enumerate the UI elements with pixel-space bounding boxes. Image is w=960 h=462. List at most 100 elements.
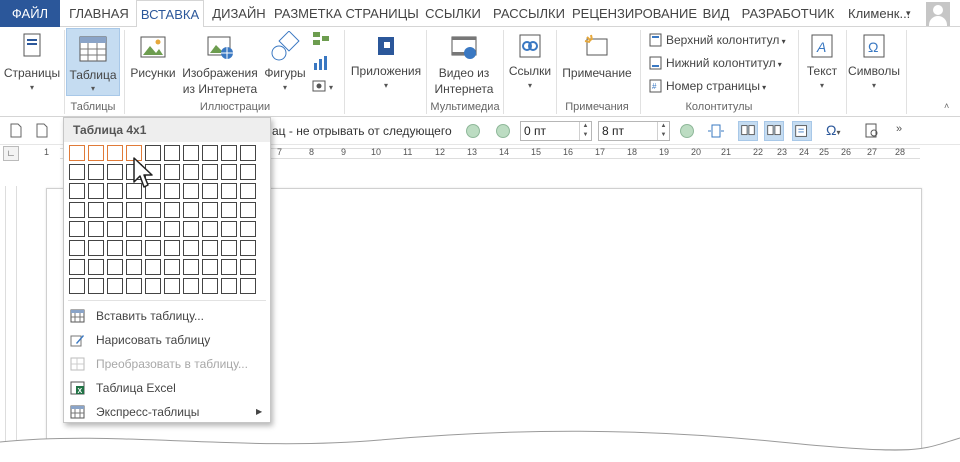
table-grid-cell[interactable] bbox=[202, 164, 218, 180]
links-button[interactable]: Ссылки ▾ bbox=[506, 27, 554, 103]
spacing-before-input[interactable]: 0 пт ▲ ▼ bbox=[520, 121, 592, 141]
shapes-button[interactable]: Фигуры ▾ bbox=[262, 27, 308, 103]
table-grid-cell[interactable] bbox=[164, 240, 180, 256]
tab-design[interactable]: ДИЗАЙН bbox=[206, 0, 272, 27]
chart-icon[interactable] bbox=[312, 55, 330, 71]
tab-insert[interactable]: ВСТАВКА bbox=[136, 0, 204, 28]
online-video-button[interactable]: Видео из Интернета bbox=[430, 27, 498, 103]
table-grid-cell[interactable] bbox=[145, 259, 161, 275]
table-grid-cell[interactable] bbox=[221, 278, 237, 294]
header-button[interactable]: Верхний колонтитул ▾ bbox=[646, 29, 786, 51]
table-grid-cell[interactable] bbox=[183, 202, 199, 218]
table-grid-cell[interactable] bbox=[126, 278, 142, 294]
table-grid-cell[interactable] bbox=[221, 259, 237, 275]
table-grid-cell[interactable] bbox=[183, 145, 199, 161]
table-grid-cell[interactable] bbox=[69, 183, 85, 199]
screenshot-icon[interactable]: ▾ bbox=[312, 79, 336, 93]
vertical-ruler[interactable] bbox=[5, 186, 17, 446]
table-grid-cell[interactable] bbox=[145, 240, 161, 256]
table-grid-cell[interactable] bbox=[107, 145, 123, 161]
table-grid-cell[interactable] bbox=[202, 259, 218, 275]
table-grid-cell[interactable] bbox=[88, 145, 104, 161]
table-grid-cell[interactable] bbox=[202, 278, 218, 294]
spacing-icon[interactable] bbox=[496, 124, 510, 138]
table-grid-cell[interactable] bbox=[202, 145, 218, 161]
table-grid-cell[interactable] bbox=[221, 164, 237, 180]
tab-home[interactable]: ГЛАВНАЯ bbox=[62, 0, 136, 27]
table-grid-cell[interactable] bbox=[69, 145, 85, 161]
tab-stop-icon[interactable]: ∟ bbox=[3, 146, 19, 161]
table-grid-cell[interactable] bbox=[145, 221, 161, 237]
table-grid-cell[interactable] bbox=[164, 221, 180, 237]
layout-icon[interactable] bbox=[764, 121, 784, 141]
tab-mailings[interactable]: РАССЫЛКИ bbox=[490, 0, 568, 27]
table-grid-cell[interactable] bbox=[221, 221, 237, 237]
table-grid-cell[interactable] bbox=[202, 221, 218, 237]
layout-icon[interactable] bbox=[792, 121, 812, 141]
table-grid-cell[interactable] bbox=[88, 164, 104, 180]
collapse-ribbon-icon[interactable]: ˄ bbox=[944, 101, 949, 111]
page-number-button[interactable]: # Номер страницы ▾ bbox=[646, 75, 766, 97]
pictures-button[interactable]: Рисунки bbox=[128, 27, 178, 103]
table-grid-cell[interactable] bbox=[126, 221, 142, 237]
tab-review[interactable]: РЕЦЕНЗИРОВАНИЕ bbox=[572, 0, 697, 27]
table-grid-cell[interactable] bbox=[164, 145, 180, 161]
tab-file[interactable]: ФАЙЛ bbox=[0, 0, 60, 27]
smartart-icon[interactable] bbox=[312, 31, 330, 47]
avatar[interactable] bbox=[926, 2, 950, 26]
table-grid-cell[interactable] bbox=[88, 278, 104, 294]
table-grid-cell[interactable] bbox=[240, 202, 256, 218]
document-icon[interactable] bbox=[36, 123, 48, 138]
table-grid-cell[interactable] bbox=[69, 240, 85, 256]
table-grid-cell[interactable] bbox=[183, 259, 199, 275]
table-grid-cell[interactable] bbox=[126, 202, 142, 218]
align-icon[interactable] bbox=[706, 121, 726, 141]
table-grid-cell[interactable] bbox=[164, 164, 180, 180]
spacing-icon[interactable] bbox=[466, 124, 480, 138]
table-grid-cell[interactable] bbox=[183, 164, 199, 180]
insert-table-menu-item[interactable]: Вставить таблицу... bbox=[64, 304, 270, 328]
table-grid-cell[interactable] bbox=[145, 202, 161, 218]
table-grid-cell[interactable] bbox=[107, 221, 123, 237]
print-preview-icon[interactable] bbox=[862, 121, 882, 141]
tab-view[interactable]: ВИД bbox=[698, 0, 734, 27]
spacing-after-input[interactable]: 8 пт ▲ ▼ bbox=[598, 121, 670, 141]
table-grid-cell[interactable] bbox=[221, 183, 237, 199]
table-grid-cell[interactable] bbox=[164, 278, 180, 294]
table-grid-cell[interactable] bbox=[240, 183, 256, 199]
table-grid-cell[interactable] bbox=[107, 202, 123, 218]
table-grid-cell[interactable] bbox=[202, 240, 218, 256]
table-grid-cell[interactable] bbox=[88, 259, 104, 275]
table-grid-cell[interactable] bbox=[164, 259, 180, 275]
table-grid-cell[interactable] bbox=[107, 164, 123, 180]
table-grid-cell[interactable] bbox=[240, 259, 256, 275]
table-grid-cell[interactable] bbox=[107, 240, 123, 256]
table-grid-cell[interactable] bbox=[107, 183, 123, 199]
table-grid-cell[interactable] bbox=[69, 259, 85, 275]
table-grid-cell[interactable] bbox=[183, 278, 199, 294]
pages-button[interactable]: Страницы ▾ bbox=[2, 27, 62, 103]
online-pictures-button[interactable]: Изображения из Интернета bbox=[180, 27, 260, 103]
table-grid-cell[interactable] bbox=[145, 278, 161, 294]
spacing-icon[interactable] bbox=[680, 124, 694, 138]
table-grid-cell[interactable] bbox=[240, 164, 256, 180]
table-grid-cell[interactable] bbox=[69, 202, 85, 218]
table-grid-cell[interactable] bbox=[164, 202, 180, 218]
user-caret-icon[interactable]: ▾ bbox=[906, 0, 911, 27]
table-grid-cell[interactable] bbox=[88, 240, 104, 256]
table-grid-cell[interactable] bbox=[202, 183, 218, 199]
table-grid-cell[interactable] bbox=[88, 183, 104, 199]
table-grid-cell[interactable] bbox=[240, 240, 256, 256]
table-grid-cell[interactable] bbox=[69, 278, 85, 294]
excel-table-menu-item[interactable]: X Таблица Excel bbox=[64, 376, 270, 400]
more-icon[interactable]: » bbox=[896, 123, 902, 135]
new-document-icon[interactable] bbox=[10, 123, 22, 138]
table-grid[interactable] bbox=[69, 145, 269, 297]
table-grid-cell[interactable] bbox=[183, 183, 199, 199]
text-button[interactable]: A Текст ▾ bbox=[800, 27, 844, 103]
omega-icon[interactable]: Ω▾ bbox=[826, 122, 840, 138]
table-grid-cell[interactable] bbox=[88, 202, 104, 218]
tab-page-layout[interactable]: РАЗМЕТКА СТРАНИЦЫ bbox=[274, 0, 419, 27]
table-grid-cell[interactable] bbox=[202, 202, 218, 218]
table-grid-cell[interactable] bbox=[240, 221, 256, 237]
